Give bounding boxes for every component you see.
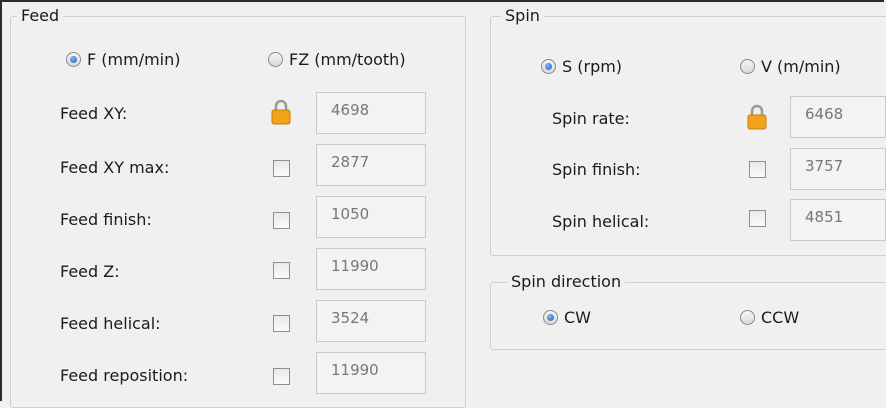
feed-z-field[interactable]: 11990: [316, 248, 426, 290]
spin-finish-label: Spin finish:: [552, 160, 641, 179]
feed-finish-label: Feed finish:: [60, 210, 152, 229]
spin-helical-label: Spin helical:: [552, 212, 650, 231]
feed-xy-label: Feed XY:: [60, 104, 128, 123]
radio-selected-icon: [66, 52, 81, 67]
spin-cw-label: CW: [564, 308, 591, 327]
spin-mode-s-radio[interactable]: S (rpm): [541, 57, 622, 76]
feed-z-checkbox[interactable]: [273, 262, 290, 279]
spin-rate-field[interactable]: 6468: [790, 96, 886, 138]
feed-mode-fz-label: FZ (mm/tooth): [289, 50, 406, 69]
spin-group-title: Spin: [501, 5, 544, 27]
radio-selected-icon: [541, 59, 556, 74]
feed-finish-checkbox[interactable]: [273, 212, 290, 229]
feed-xy-max-field[interactable]: 2877: [316, 144, 426, 186]
radio-unselected-icon: [740, 59, 755, 74]
radio-selected-icon: [543, 310, 558, 325]
spin-helical-checkbox[interactable]: [749, 210, 766, 227]
spin-mode-v-radio[interactable]: V (m/min): [740, 57, 841, 76]
feed-mode-fz-radio[interactable]: FZ (mm/tooth): [268, 50, 406, 69]
feed-helical-checkbox[interactable]: [273, 315, 290, 332]
spin-mode-s-label: S (rpm): [562, 57, 623, 76]
spin-rate-label: Spin rate:: [552, 109, 630, 128]
feed-mode-f-label: F (mm/min): [87, 50, 181, 69]
spin-finish-field[interactable]: 3757: [790, 148, 886, 190]
feed-group-title: Feed: [17, 5, 64, 27]
spin-mode-v-label: V (m/min): [761, 57, 841, 76]
padlock-icon[interactable]: [270, 99, 292, 125]
spin-cw-radio[interactable]: CW: [543, 308, 591, 327]
feed-z-label: Feed Z:: [60, 262, 120, 281]
feed-finish-field[interactable]: 1050: [316, 196, 426, 238]
feed-reposition-checkbox[interactable]: [273, 368, 290, 385]
spin-finish-checkbox[interactable]: [749, 161, 766, 178]
spin-direction-title: Spin direction: [507, 271, 626, 293]
padlock-icon[interactable]: [746, 104, 768, 130]
feed-helical-field[interactable]: 3524: [316, 300, 426, 342]
feed-reposition-field[interactable]: 11990: [316, 352, 426, 394]
feed-xy-field[interactable]: 4698: [316, 92, 426, 134]
feed-helical-label: Feed helical:: [60, 314, 161, 333]
spin-ccw-radio[interactable]: CCW: [740, 308, 799, 327]
feed-xy-max-label: Feed XY max:: [60, 158, 170, 177]
feed-reposition-label: Feed reposition:: [60, 366, 189, 385]
radio-unselected-icon: [740, 310, 755, 325]
feed-xy-max-checkbox[interactable]: [273, 160, 290, 177]
radio-unselected-icon: [268, 52, 283, 67]
feed-mode-f-radio[interactable]: F (mm/min): [66, 50, 181, 69]
spin-ccw-label: CCW: [761, 308, 800, 327]
spin-helical-field[interactable]: 4851: [790, 199, 886, 241]
